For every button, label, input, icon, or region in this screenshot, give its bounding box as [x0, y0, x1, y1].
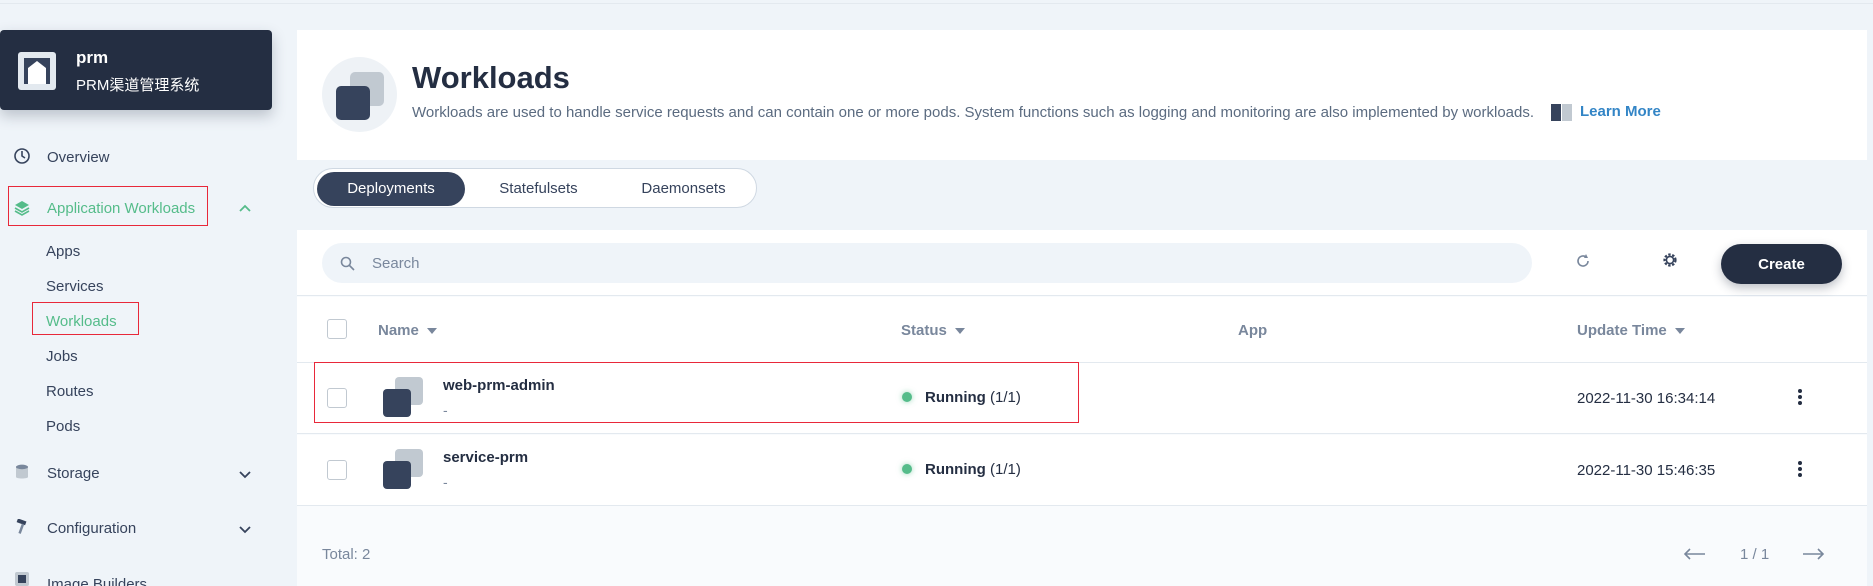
project-description: PRM渠道管理系统 — [76, 77, 200, 94]
arrow-left-icon[interactable] — [1683, 547, 1707, 561]
dashboard-icon — [14, 148, 30, 164]
tab-deployments[interactable]: Deployments — [317, 172, 465, 206]
column-header-name[interactable]: Name — [378, 322, 437, 339]
sidebar-item-label: Image Builders — [47, 576, 148, 586]
project-icon — [18, 52, 56, 90]
column-header-update-time[interactable]: Update Time — [1577, 322, 1685, 339]
workload-name[interactable]: web-prm-admin — [443, 377, 555, 394]
page-title: Workloads — [412, 60, 570, 95]
sort-caret-icon — [1674, 328, 1685, 335]
project-card[interactable]: prm PRM渠道管理系统 — [0, 30, 272, 110]
sidebar: prm PRM渠道管理系统 Overview Application Workl… — [0, 0, 285, 586]
search-icon — [340, 256, 355, 271]
sidebar-subitem-jobs[interactable]: Jobs — [46, 348, 78, 365]
tab-statefulsets[interactable]: Statefulsets — [466, 172, 611, 206]
status-text: Running (1/1) — [925, 461, 1021, 478]
chevron-down-icon[interactable] — [238, 467, 252, 481]
sidebar-item-label: Overview — [47, 148, 110, 166]
sidebar-item-overview[interactable]: Overview — [0, 137, 272, 177]
sidebar-item-configuration[interactable]: Configuration — [0, 508, 272, 548]
update-time: 2022-11-30 16:34:14 — [1577, 390, 1716, 407]
sidebar-subitem-pods[interactable]: Pods — [46, 418, 80, 435]
column-header-app: App — [1238, 322, 1268, 339]
layers-icon — [14, 201, 30, 216]
sidebar-item-image-builders[interactable]: Image Builders — [0, 563, 272, 586]
create-button[interactable]: Create — [1721, 244, 1842, 284]
workload-icon — [383, 449, 423, 489]
row-checkbox[interactable] — [327, 460, 347, 480]
sidebar-item-label: Configuration — [47, 519, 137, 537]
book-icon — [1551, 104, 1572, 121]
sidebar-item-label: Storage — [47, 464, 100, 482]
sidebar-item-label: Application Workloads — [47, 199, 196, 217]
sort-caret-icon — [426, 328, 437, 335]
workload-subtitle: - — [443, 402, 448, 418]
tab-daemonsets[interactable]: Daemonsets — [612, 172, 755, 206]
update-time: 2022-11-30 15:46:35 — [1577, 462, 1716, 479]
column-header-status[interactable]: Status — [901, 322, 965, 339]
chevron-down-icon[interactable] — [238, 522, 252, 536]
sidebar-subitem-routes[interactable]: Routes — [46, 383, 94, 400]
gear-icon[interactable] — [1661, 251, 1679, 269]
database-icon — [16, 464, 28, 479]
more-vertical-icon[interactable] — [1797, 388, 1803, 406]
sidebar-subitem-services[interactable]: Services — [46, 278, 104, 295]
status-running-icon — [902, 392, 912, 402]
image-builder-icon — [15, 572, 29, 586]
search-input[interactable] — [372, 253, 1472, 273]
page-description: Workloads are used to handle service req… — [412, 104, 1535, 121]
page-indicator: 1 / 1 — [1740, 546, 1770, 563]
sidebar-item-storage[interactable]: Storage — [0, 453, 272, 493]
hammer-icon — [16, 519, 27, 534]
status-text: Running (1/1) — [925, 389, 1021, 406]
more-vertical-icon[interactable] — [1797, 460, 1803, 478]
workload-icon — [336, 72, 384, 120]
select-all-checkbox[interactable] — [327, 319, 347, 339]
arrow-right-icon[interactable] — [1801, 547, 1825, 561]
project-name: prm — [76, 48, 109, 67]
row-checkbox[interactable] — [327, 388, 347, 408]
sort-caret-icon — [954, 328, 965, 335]
chevron-up-icon[interactable] — [238, 202, 252, 216]
workload-type-tabs: Deployments Statefulsets Daemonsets — [313, 168, 757, 208]
sidebar-subitem-workloads[interactable]: Workloads — [46, 313, 117, 330]
total-count: Total: 2 — [322, 546, 371, 563]
sidebar-subitem-apps[interactable]: Apps — [46, 243, 80, 260]
sidebar-item-application-workloads[interactable]: Application Workloads — [0, 188, 272, 228]
status-running-icon — [902, 464, 912, 474]
refresh-icon[interactable] — [1574, 252, 1592, 270]
workload-subtitle: - — [443, 474, 448, 490]
workload-name[interactable]: service-prm — [443, 449, 528, 466]
learn-more-link[interactable]: Learn More — [1580, 103, 1661, 120]
workload-icon — [383, 377, 423, 417]
